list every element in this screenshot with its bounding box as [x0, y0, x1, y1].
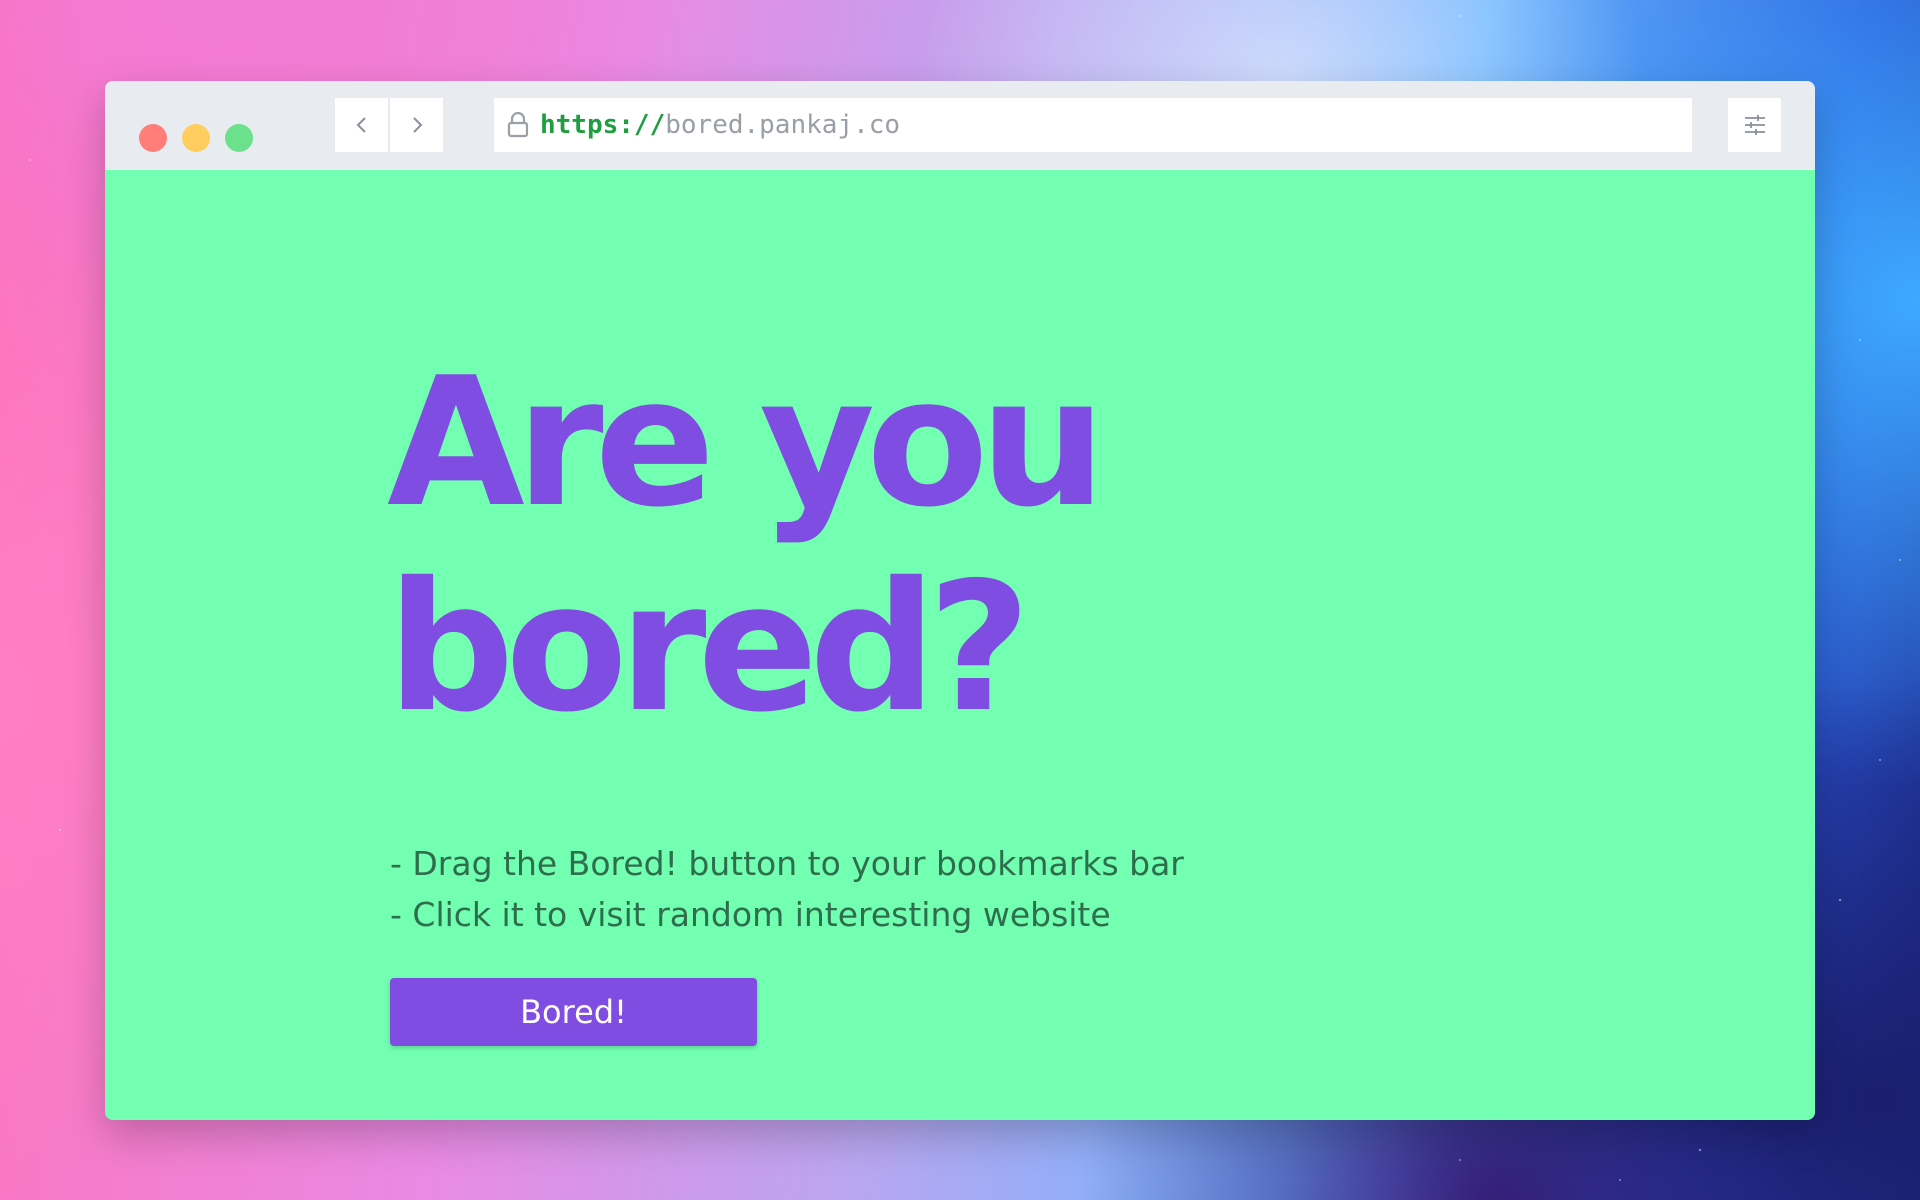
address-bar[interactable]: https://bored.pankaj.co — [494, 98, 1692, 152]
forward-button[interactable] — [390, 98, 443, 152]
bored-button[interactable]: Bored! — [390, 978, 757, 1046]
maximize-window-button[interactable] — [225, 124, 253, 152]
headline-line-2: bored? — [387, 544, 1031, 751]
settings-button[interactable] — [1728, 98, 1781, 152]
sliders-icon — [1744, 115, 1765, 135]
minimize-window-button[interactable] — [182, 124, 210, 152]
close-window-button[interactable] — [139, 124, 167, 152]
page-headline: Are you bored? — [387, 339, 1106, 751]
instruction-line: - Click it to visit random interesting w… — [390, 895, 1111, 934]
navigation-buttons — [335, 98, 443, 152]
headline-line-1: Are you — [387, 339, 1106, 546]
browser-toolbar: https://bored.pankaj.co — [105, 81, 1815, 170]
instructions: - Drag the Bored! button to your bookmar… — [390, 838, 1184, 940]
url-scheme: https:// — [540, 110, 666, 140]
chevron-right-icon — [412, 117, 422, 133]
url-host: bored.pankaj.co — [665, 110, 901, 140]
lock-icon — [507, 112, 529, 138]
back-button[interactable] — [335, 98, 388, 152]
window-controls — [139, 124, 253, 152]
browser-window: https://bored.pankaj.co Are you bored? -… — [105, 81, 1815, 1120]
instruction-line: - Drag the Bored! button to your bookmar… — [390, 844, 1184, 883]
chevron-left-icon — [356, 117, 366, 133]
page-content: Are you bored? - Drag the Bored! button … — [105, 170, 1815, 1120]
